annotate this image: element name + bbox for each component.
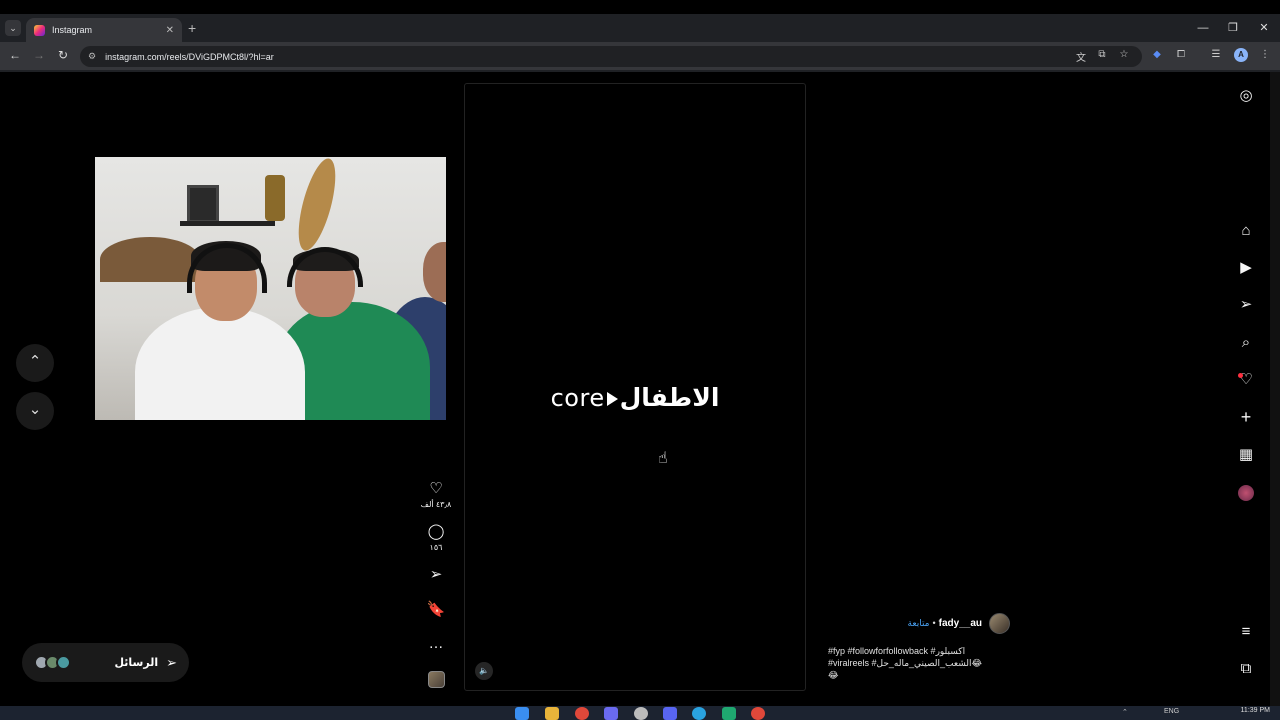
- more-action[interactable]: …: [418, 635, 454, 653]
- instagram-logo-icon[interactable]: ◎: [1234, 86, 1258, 106]
- tab-instagram[interactable]: Instagram ✕: [26, 18, 182, 42]
- reel-author: متابعة • fady__au: [820, 612, 1010, 634]
- reel-caption: #fyp #followforfollowback #اكسبلور #vira…: [828, 645, 1004, 681]
- dashboard-icon[interactable]: ▦: [1234, 445, 1258, 465]
- create-plus-icon[interactable]: +: [1234, 407, 1258, 427]
- file-explorer-icon[interactable]: [545, 707, 559, 720]
- messages-label: الرسائل: [114, 657, 159, 669]
- overlay-latin-text: core: [550, 384, 605, 412]
- author-username[interactable]: fady__au: [939, 618, 982, 629]
- browser-menu-icon[interactable]: ⋮: [1258, 49, 1272, 60]
- back-button[interactable]: ←: [7, 48, 23, 62]
- mute-button[interactable]: 🔈: [475, 662, 493, 680]
- message-avatars: [34, 655, 71, 670]
- restore-button[interactable]: ❐: [1218, 14, 1248, 42]
- chrome-icon[interactable]: [751, 707, 765, 720]
- reels-icon[interactable]: ▶: [1234, 258, 1258, 278]
- pip-wall-picture: [187, 185, 219, 223]
- extensions-icon[interactable]: ⧠: [1174, 49, 1188, 60]
- top-strip: [0, 0, 1280, 14]
- previous-reel-button[interactable]: ⌃: [16, 344, 54, 382]
- search-icon[interactable]: ⌕: [1234, 333, 1258, 353]
- tab-close-icon[interactable]: ✕: [166, 25, 174, 36]
- clock-app-icon[interactable]: [634, 707, 648, 720]
- comment-count: ١٥٦: [429, 543, 443, 552]
- comment-action[interactable]: ◯ ١٥٦: [418, 523, 454, 552]
- reload-button[interactable]: ↻: [55, 48, 71, 62]
- pip-shelf: [180, 221, 275, 226]
- clock[interactable]: 11:39 PM: [1241, 707, 1270, 714]
- separator-dot: •: [932, 618, 936, 628]
- reel-video[interactable]: core الاطفال 🔈: [464, 83, 806, 691]
- hand-cursor-icon: ☝: [658, 450, 668, 467]
- notification-dot: [1238, 373, 1243, 378]
- direct-send-icon[interactable]: ➢: [1234, 295, 1258, 315]
- reel-overlay-text: core الاطفال: [465, 383, 805, 413]
- chrome-icon[interactable]: [575, 707, 589, 720]
- scrollbar[interactable]: [1270, 72, 1280, 706]
- install-app-icon[interactable]: ⧉: [1095, 49, 1109, 60]
- os-taskbar: ⌃ ENG 11:39 PM: [0, 706, 1280, 720]
- site-info-icon[interactable]: ⚙: [88, 51, 96, 62]
- new-tab-button[interactable]: +: [188, 20, 196, 36]
- tray-chevron-icon[interactable]: ⌃: [1122, 708, 1128, 716]
- send-icon[interactable]: ➢: [418, 566, 454, 584]
- author-avatar[interactable]: [989, 612, 1010, 634]
- address-bar[interactable]: ⚙ instagram.com/reels/DViGDPMCt8l/?hl=ar: [80, 46, 1142, 67]
- avatar: [56, 655, 71, 670]
- play-icon[interactable]: [606, 392, 618, 407]
- extension-shield-icon[interactable]: ◆: [1150, 49, 1164, 60]
- app-icon[interactable]: [722, 707, 736, 720]
- comment-icon[interactable]: ◯: [418, 523, 454, 541]
- telegram-icon[interactable]: [692, 707, 706, 720]
- browser-toolbar: ← → ↻ ⚙ instagram.com/reels/DViGDPMCt8l/…: [0, 42, 1280, 70]
- save-action[interactable]: 🔖: [418, 601, 454, 619]
- more-menu-icon[interactable]: ≡: [1234, 622, 1258, 642]
- meta-apps-icon[interactable]: ⧉: [1234, 659, 1258, 679]
- send-icon: ➢: [166, 654, 177, 670]
- profile-avatar-icon[interactable]: [1238, 485, 1254, 501]
- store-icon[interactable]: [604, 707, 618, 720]
- discord-icon[interactable]: [663, 707, 677, 720]
- follow-button[interactable]: متابعة: [908, 618, 930, 629]
- pip-chair: [100, 237, 200, 282]
- home-icon[interactable]: ⌂: [1234, 221, 1258, 241]
- like-count: ٤٣٫٨ ألف: [420, 500, 452, 509]
- instagram-favicon-icon: [34, 24, 45, 36]
- next-reel-button[interactable]: ⌄: [16, 392, 54, 430]
- reading-list-icon[interactable]: ☰: [1209, 49, 1223, 60]
- caption-line: #fyp #followforfollowback #اكسبلور: [828, 646, 966, 656]
- heart-icon[interactable]: ♡: [418, 480, 454, 498]
- caption-line: 😂: [828, 670, 839, 680]
- audio-thumbnail[interactable]: [428, 671, 445, 688]
- tab-list-button[interactable]: ⌄: [5, 20, 21, 36]
- forward-button[interactable]: →: [31, 48, 47, 62]
- translate-icon[interactable]: 文: [1074, 49, 1088, 64]
- more-options-icon[interactable]: …: [418, 635, 454, 653]
- like-action[interactable]: ♡ ٤٣٫٨ ألف: [418, 480, 454, 509]
- picture-in-picture-preview[interactable]: [95, 157, 446, 420]
- language-indicator[interactable]: ENG: [1164, 708, 1179, 715]
- minimize-button[interactable]: —: [1188, 14, 1218, 42]
- tab-bar: ⌄ Instagram ✕ +: [0, 14, 1280, 42]
- tab-title: Instagram: [52, 25, 93, 35]
- url-text[interactable]: instagram.com/reels/DViGDPMCt8l/?hl=ar: [105, 52, 274, 62]
- close-window-button[interactable]: ✕: [1249, 14, 1279, 42]
- pip-trophy: [265, 175, 285, 221]
- messages-button[interactable]: الرسائل ➢: [22, 643, 189, 682]
- bookmark-star-icon[interactable]: ☆: [1117, 49, 1131, 60]
- profile-avatar[interactable]: A: [1234, 48, 1248, 62]
- bookmark-icon[interactable]: 🔖: [418, 601, 454, 619]
- start-icon[interactable]: [515, 707, 529, 720]
- caption-line: #viralreels #الشعب_الصيني_ماله_حل😂: [828, 658, 983, 668]
- share-action[interactable]: ➢: [418, 566, 454, 584]
- overlay-arabic-text: الاطفال: [619, 384, 720, 412]
